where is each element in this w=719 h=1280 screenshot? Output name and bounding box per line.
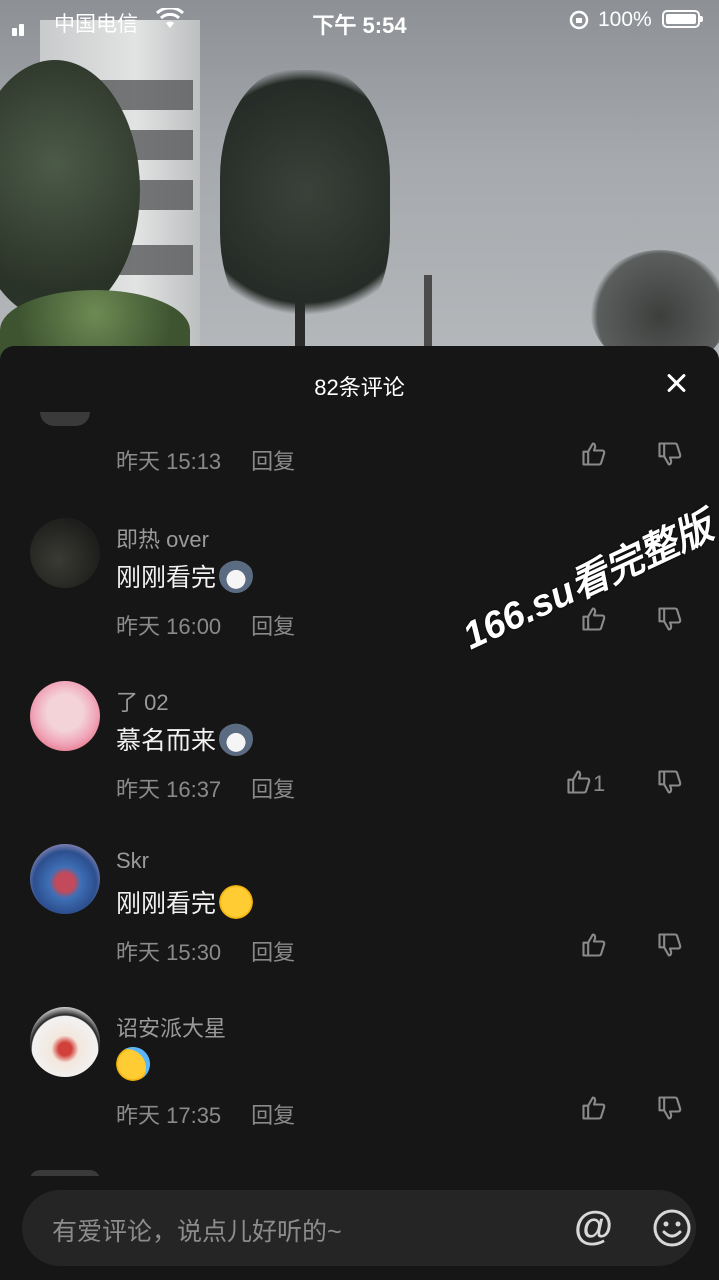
like-button[interactable]: 1	[565, 768, 625, 802]
comment-username[interactable]: 了 02	[116, 685, 169, 717]
comment-meta: 昨天 17:35 回复	[116, 1098, 295, 1130]
avatar[interactable]	[30, 1007, 100, 1077]
comment-time: 昨天 15:13	[116, 449, 222, 474]
crying-emoji-icon	[116, 1047, 150, 1081]
comment-meta: 昨天 15:13 回复	[116, 444, 295, 476]
like-button[interactable]	[580, 1094, 640, 1128]
comment-input-placeholder: 有爱评论，说点儿好听的~	[52, 1218, 342, 1246]
status-bar: 中国电信 下午 5:54 100%	[0, 0, 719, 40]
dislike-button[interactable]	[656, 1094, 690, 1128]
dislike-button[interactable]	[656, 605, 690, 639]
comment-username[interactable]: 即热 over	[116, 522, 209, 554]
close-icon[interactable]	[661, 368, 691, 398]
thumbs-down-icon	[658, 770, 682, 794]
sheet-header: 82条评论	[0, 346, 719, 422]
dislike-button[interactable]	[656, 440, 690, 474]
thumbs-up-icon	[582, 1096, 606, 1120]
comment-input-bar: 有爱评论，说点儿好听的~ @	[0, 1176, 719, 1280]
battery-percent: 100%	[598, 8, 652, 31]
thumbs-down-icon	[658, 607, 682, 631]
thumbs-up-icon	[567, 770, 591, 794]
comment-time: 昨天 17:35	[116, 1103, 222, 1128]
reply-button[interactable]: 回复	[251, 777, 295, 802]
video-background	[0, 0, 719, 360]
laughing-tears-emoji-icon	[219, 885, 254, 919]
like-button[interactable]	[580, 440, 640, 474]
comment-time: 昨天 16:00	[116, 614, 222, 639]
comment-time: 昨天 15:30	[116, 940, 222, 965]
thumbs-up-icon	[582, 933, 606, 957]
husky-emoji-icon	[219, 559, 254, 593]
dislike-button[interactable]	[656, 931, 690, 965]
thumbs-up-icon	[582, 442, 606, 466]
thumbs-down-icon	[658, 933, 682, 957]
dislike-button[interactable]	[656, 768, 690, 802]
comment-sheet: 82条评论	[0, 346, 719, 1280]
thumbs-up-icon	[582, 607, 606, 631]
like-button[interactable]	[580, 931, 640, 965]
comment-time: 昨天 16:37	[116, 777, 222, 802]
comment-meta: 昨天 16:00 回复	[116, 609, 295, 641]
avatar[interactable]	[30, 681, 100, 751]
reply-button[interactable]: 回复	[251, 449, 295, 474]
husky-emoji-icon	[219, 722, 254, 756]
avatar[interactable]	[30, 518, 100, 588]
reply-button[interactable]: 回复	[251, 1103, 295, 1128]
thumbs-down-icon	[658, 442, 682, 466]
tree-image	[220, 70, 390, 340]
comment-text: 刚刚看完	[116, 558, 254, 594]
reply-button[interactable]: 回复	[251, 614, 295, 639]
comment-text: 慕名而来	[116, 721, 254, 757]
battery-icon	[662, 10, 703, 28]
comment-text: 刚刚看完	[116, 884, 254, 920]
comment-input[interactable]: 有爱评论，说点儿好听的~ @	[22, 1190, 696, 1266]
tree-image	[590, 250, 719, 360]
like-button[interactable]	[580, 605, 640, 639]
avatar[interactable]	[30, 844, 100, 914]
thumbs-down-icon	[658, 1096, 682, 1120]
comment-username[interactable]: 诏安派大星	[116, 1011, 226, 1043]
emoji-picker-icon[interactable]	[652, 1208, 692, 1248]
rotation-lock-icon	[568, 9, 590, 37]
reply-button[interactable]: 回复	[251, 940, 295, 965]
comment-text	[116, 1047, 150, 1081]
mention-at-icon[interactable]: @	[574, 1204, 613, 1249]
comment-meta: 昨天 15:30 回复	[116, 935, 295, 967]
comment-username[interactable]: Skr	[116, 848, 149, 874]
like-count: 1	[593, 771, 606, 796]
comment-meta: 昨天 16:37 回复	[116, 772, 295, 804]
comment-count-title: 82条评论	[314, 375, 405, 400]
avatar[interactable]	[40, 412, 90, 426]
